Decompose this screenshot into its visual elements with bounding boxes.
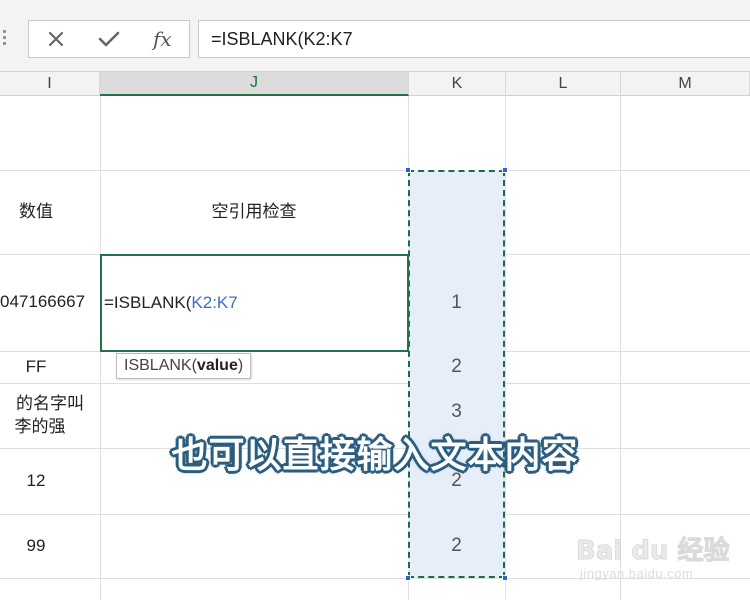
watermark-url: jingyan.baidu.com: [580, 566, 694, 581]
cancel-button[interactable]: [37, 23, 75, 55]
checkmark-icon: [98, 31, 120, 47]
cell-i-header[interactable]: 数值: [0, 170, 72, 254]
range-handle[interactable]: [502, 167, 508, 173]
column-header-j[interactable]: J: [100, 72, 409, 96]
cell-j-header[interactable]: 空引用检查: [100, 170, 408, 254]
cell-k-value[interactable]: 2: [408, 351, 505, 383]
formula-text: =ISBLANK(: [104, 293, 192, 312]
function-tooltip[interactable]: ISBLANK(value): [116, 353, 252, 379]
enter-button[interactable]: [90, 23, 128, 55]
cell-i-value[interactable]: 99: [0, 514, 72, 578]
cell-k-value[interactable]: 1: [408, 254, 505, 351]
cell-i-value[interactable]: 047166667: [0, 254, 100, 351]
formula-bar-buttons: fx: [28, 20, 190, 58]
tooltip-close-paren: ): [237, 357, 244, 374]
column-header-i[interactable]: I: [0, 72, 100, 96]
gridline: [620, 96, 621, 600]
tooltip-function-name: ISBLANK(: [124, 357, 197, 374]
formula-bar: fx =ISBLANK(K2:K7: [0, 0, 750, 72]
overlay-caption: 也可以直接输入文本内容: [171, 435, 579, 476]
formula-input[interactable]: =ISBLANK(K2:K7: [198, 20, 750, 58]
grip-handle-icon[interactable]: [3, 30, 7, 46]
range-reference: K2:K7: [191, 293, 238, 312]
column-header-m[interactable]: M: [621, 72, 750, 96]
close-x-icon: [48, 31, 63, 47]
gridline: [0, 383, 750, 384]
insert-function-button[interactable]: fx: [143, 23, 181, 55]
cell-k-value[interactable]: 2: [408, 514, 505, 578]
baidu-watermark: Bai du 经验 jingyan.baidu.com: [576, 530, 736, 590]
cell-i-value[interactable]: 12: [0, 448, 72, 514]
watermark-logo: Bai du 经验: [576, 536, 730, 567]
column-header-row: I J K L M: [0, 72, 750, 96]
cell-i-text[interactable]: 的名字叫 李的强: [0, 383, 100, 448]
cell-i-value[interactable]: FF: [0, 351, 72, 383]
column-header-l[interactable]: L: [506, 72, 621, 96]
tooltip-argument: value: [196, 357, 238, 374]
gridline: [0, 514, 750, 515]
active-cell-editor[interactable]: =ISBLANK(K2:K7: [100, 254, 409, 352]
fx-icon: fx: [152, 27, 172, 51]
cell-text-line: 李的强: [14, 416, 66, 436]
column-header-k[interactable]: K: [409, 72, 506, 96]
cell-text-line: 的名字叫: [16, 393, 84, 413]
